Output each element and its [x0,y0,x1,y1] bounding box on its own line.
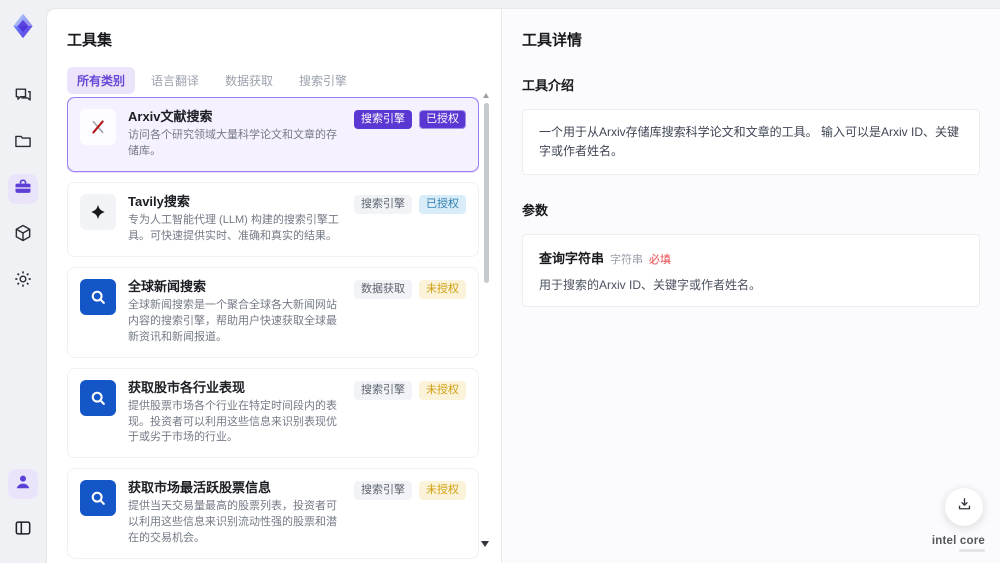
sparkle-icon [80,193,116,230]
sidebar-item-profile[interactable] [8,469,38,499]
param-card: 查询字符串 字符串 必填 用于搜索的Arxiv ID、关键字或作者姓名。 [522,234,980,308]
tool-auth-badge: 已授权 [419,110,466,129]
tool-list-item[interactable]: 全球新闻搜索 全球新闻搜索是一个聚合全球各大新闻网站内容的搜索引擎，帮助用户快速… [67,266,479,358]
tool-list-item[interactable]: Tavily搜索 专为人工智能代理 (LLM) 构建的搜索引擎工具。可快速提供实… [67,181,479,257]
tool-list-item[interactable]: Arxiv文献搜索 访问各个研究领域大量科学论文和文章的存储库。 搜索引擎 已授… [67,97,479,172]
page-title: 工具集 [67,32,113,49]
toolbox-icon [13,177,33,202]
intel-core-logo: intel core [932,535,985,552]
tool-description: 专为人工智能代理 (LLM) 构建的搜索引擎工具。可快速提供实时、准确和真实的结… [128,213,339,242]
tool-title: 获取股市各行业表现 [128,379,246,395]
download-icon [956,496,973,518]
tab-2[interactable]: 语言翻译 [141,67,209,94]
tool-list-item[interactable]: 获取股市各行业表现 提供股票市场各个行业在特定时间段内的表现。投资者可以利用这些… [67,367,479,459]
sidebar-item-settings[interactable] [8,266,38,296]
param-required-badge: 必填 [649,254,672,267]
search-icon [80,480,116,517]
sidebar-item-packages[interactable] [8,220,38,250]
intro-text: 一个用于从Arxiv存储库搜索科学论文和文章的工具。 输入可以是Arxiv ID… [539,125,960,159]
app-sidebar [0,0,46,563]
scroll-up-arrow[interactable] [483,93,489,98]
tool-category-badge: 搜索引擎 [354,194,412,214]
tool-category-badge: 搜索引擎 [354,481,412,501]
main-surface: 工具集 所有类别 语言翻译 数据获取 搜索引擎 Arxiv文献搜索 访问各个研究领域大… [46,8,1000,563]
user-icon [13,472,33,497]
tool-auth-badge: 已授权 [419,194,466,214]
tab-4[interactable]: 搜索引擎 [289,67,357,94]
folder-icon [13,131,33,156]
tool-auth-badge: 未授权 [419,481,466,501]
tool-title: 获取市场最活跃股票信息 [128,480,272,496]
tool-category-badge: 数据获取 [354,279,412,299]
tab-1[interactable]: 所有类别 [67,67,136,94]
search-icon [80,379,116,416]
sidebar-item-files[interactable] [8,128,38,158]
sidebar-item-tools[interactable] [8,174,38,204]
tab-3[interactable]: 数据获取 [215,67,283,94]
tool-list-panel: 工具集 所有类别 语言翻译 数据获取 搜索引擎 Arxiv文献搜索 访问各个研究领域大… [47,9,501,563]
tool-category-badge: 搜索引擎 [354,110,412,129]
sidebar-item-chat[interactable] [8,82,38,112]
param-type: 字符串 [610,254,644,267]
params-heading: 参数 [522,203,549,219]
param-description: 用于搜索的Arxiv ID、关键字或作者姓名。 [539,278,762,293]
tool-auth-badge: 未授权 [419,380,466,400]
tool-description: 提供当天交易量最高的股票列表，投资者可以利用这些信息来识别流动性强的股票和潜在的… [128,500,337,545]
tool-description: 访问各个研究领域大量科学论文和文章的存储库。 [128,129,337,157]
tool-description: 全球新闻搜索是一个聚合全球各大新闻网站内容的搜索引擎，帮助用户快速获取全球最新资… [128,298,337,343]
app-logo-icon [9,12,37,40]
param-name: 查询字符串 [539,251,605,267]
tool-title: Arxiv文献搜索 [128,109,213,124]
cube-icon [13,223,33,248]
scrollbar-thumb[interactable] [484,103,489,283]
settings-icon [13,269,33,294]
tool-details-panel: 工具详情 工具介绍 一个用于从Arxiv存储库搜索科学论文和文章的工具。 输入可… [501,9,1000,563]
panel-icon [13,518,33,543]
tool-description: 提供股票市场各个行业在特定时间段内的表现。投资者可以利用这些信息来识别表现优于或… [128,399,337,444]
intro-card: 一个用于从Arxiv存储库搜索科学论文和文章的工具。 输入可以是Arxiv ID… [522,109,980,176]
scroll-down-arrow[interactable] [481,541,489,547]
tool-auth-badge: 未授权 [419,279,466,299]
category-tabs: 所有类别 语言翻译 数据获取 搜索引擎 [67,67,479,94]
details-title: 工具详情 [522,32,583,49]
tool-category-badge: 搜索引擎 [354,380,412,400]
tool-title: Tavily搜索 [128,193,190,209]
chat-icon [13,85,33,110]
search-icon [80,278,116,315]
tool-list: Arxiv文献搜索 访问各个研究领域大量科学论文和文章的存储库。 搜索引擎 已授… [67,97,479,563]
arxiv-logo-icon [80,109,116,145]
intro-heading: 工具介绍 [522,78,575,93]
tool-list-item[interactable]: 获取市场最活跃股票信息 提供当天交易量最高的股票列表，投资者可以利用这些信息来识… [67,468,479,560]
sidebar-item-collapse[interactable] [8,515,38,545]
download-button[interactable] [945,488,983,526]
tool-title: 全球新闻搜索 [128,278,207,294]
